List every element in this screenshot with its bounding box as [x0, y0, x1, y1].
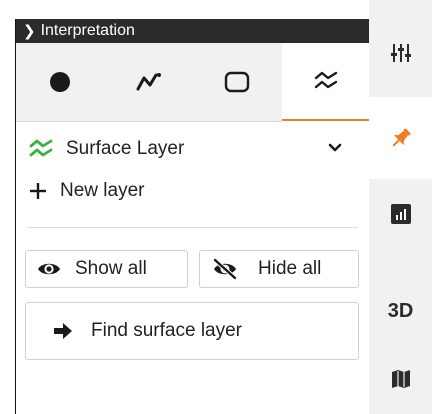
hide-all-button[interactable]: Hide all: [199, 250, 359, 288]
section-divider: [28, 227, 358, 228]
polyline-icon: [136, 73, 161, 91]
find-surface-layer-button[interactable]: Find surface layer: [25, 302, 359, 360]
tab-polyline[interactable]: [105, 43, 194, 121]
surface-layers-icon: [29, 139, 53, 157]
hide-all-label: Hide all: [258, 258, 322, 279]
eye-slash-icon: [212, 258, 238, 280]
sidebar-item-chart[interactable]: [369, 184, 432, 244]
circle-icon: [50, 72, 71, 92]
new-layer-label: New layer: [60, 180, 145, 201]
sidebar-item-map[interactable]: [369, 350, 432, 408]
chevron-right-icon[interactable]: ❯: [23, 24, 36, 39]
new-layer-button[interactable]: New layer: [16, 171, 370, 211]
sidebar-item-pin[interactable]: [369, 97, 432, 179]
layer-selector-label: Surface Layer: [66, 138, 185, 159]
bar-chart-icon: [390, 204, 411, 224]
sidebar-item-sliders[interactable]: [369, 24, 432, 82]
interpretation-panel: ❯ Interpretation Surface Layer New layer…: [15, 19, 370, 414]
arrow-right-icon: [54, 323, 72, 339]
map-icon: [391, 370, 410, 388]
surface-layers-icon: [314, 71, 337, 89]
tab-surface[interactable]: [281, 43, 370, 121]
plus-icon: [30, 183, 46, 199]
panel-title: Interpretation: [40, 22, 135, 39]
rounded-square-icon: [225, 71, 250, 93]
find-surface-layer-label: Find surface layer: [91, 320, 243, 341]
chevron-down-icon[interactable]: [326, 138, 344, 156]
layer-selector[interactable]: Surface Layer: [16, 129, 370, 169]
eye-icon: [38, 263, 60, 275]
right-sidebar: 3D: [369, 0, 432, 414]
sliders-icon: [390, 44, 411, 62]
panel-title-bar[interactable]: ❯ Interpretation: [16, 19, 370, 43]
pin-icon: [392, 128, 410, 147]
tool-tabs: [16, 43, 370, 121]
show-all-button[interactable]: Show all: [25, 250, 188, 288]
sidebar-item-3d[interactable]: 3D: [369, 283, 432, 339]
sidebar-3d-label: 3D: [387, 299, 414, 322]
tabs-divider: [16, 121, 282, 122]
tab-point[interactable]: [16, 43, 105, 121]
show-all-label: Show all: [75, 258, 147, 279]
app-window: ❯ Interpretation Surface Layer New layer…: [0, 0, 432, 414]
tab-polygon[interactable]: [193, 43, 282, 121]
